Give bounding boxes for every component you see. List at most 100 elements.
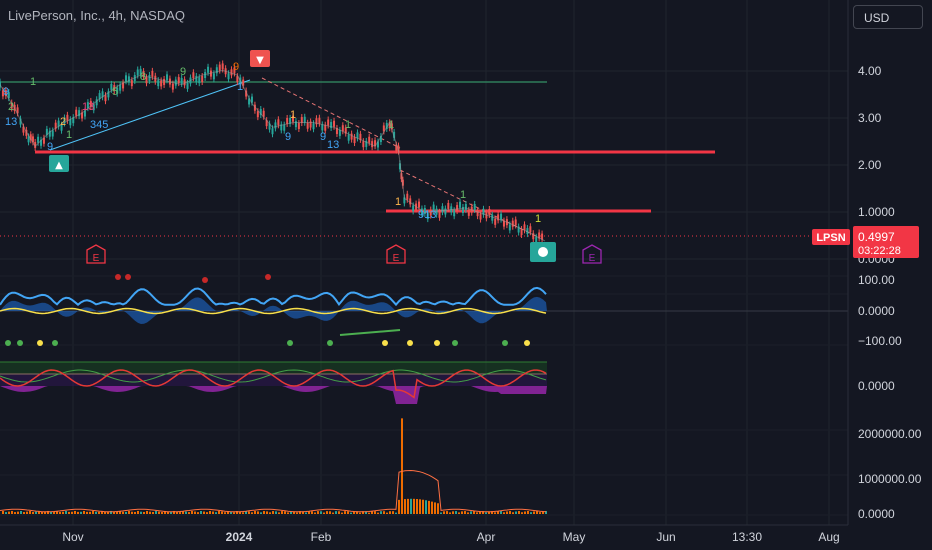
volume-bar — [80, 511, 82, 514]
osc-overbought-dot — [265, 274, 271, 280]
volume-bar — [338, 511, 340, 514]
td-count-label: 8 — [140, 71, 146, 83]
earnings-badge-label: E — [393, 253, 400, 264]
candle-body — [212, 73, 215, 80]
candle-body — [464, 204, 467, 211]
td-count-label: 345 — [90, 119, 108, 131]
grid — [0, 0, 848, 525]
volume-bar — [134, 511, 136, 514]
volume-bar — [272, 511, 274, 514]
price-tag-value: 0.4997 — [858, 230, 895, 244]
volume-bar — [149, 511, 151, 514]
volume-pane — [0, 418, 547, 514]
td-count-label: 1 — [66, 129, 72, 141]
volume-bar — [266, 511, 268, 514]
volume-bar — [92, 510, 94, 514]
price-axis[interactable]: 4.00 3.00 2.00 1.0000 0.0000 100.00 0.0000 −100… — [858, 64, 922, 521]
volume-bar — [53, 511, 55, 514]
volume-bar — [224, 512, 226, 514]
volume-bar — [287, 512, 289, 514]
price-tag-countdown: 03:22:28 — [858, 245, 901, 257]
volume-bar — [374, 511, 376, 514]
candle-body — [456, 205, 459, 212]
y-tick-label: 0.0000 — [858, 507, 895, 521]
candle-body — [186, 82, 189, 89]
momentum-histogram — [0, 386, 547, 404]
earnings-icon[interactable]: E — [386, 244, 406, 264]
y-tick-label: 0.0000 — [858, 304, 895, 318]
candle-body — [347, 134, 350, 141]
td-count-label: 9 — [233, 61, 239, 73]
volume-bar — [539, 512, 541, 514]
candle-body — [529, 226, 532, 233]
candle-body — [333, 120, 336, 127]
td-count-label: 1 — [30, 76, 36, 88]
candle-body — [192, 72, 195, 79]
chart-canvas[interactable]: 91391312 34558 9 91919131 119131112▲▼E E E 4.0… — [0, 0, 932, 550]
y-tick-label: 4.00 — [858, 64, 882, 78]
volume-bar — [152, 511, 154, 514]
candle-body — [256, 111, 259, 118]
volume-bar — [143, 511, 145, 514]
volume-bar — [14, 512, 16, 514]
candle-body — [75, 109, 78, 116]
volume-bar — [170, 512, 172, 514]
candle-body — [201, 76, 204, 83]
x-tick-label: Aug — [818, 530, 839, 544]
volume-bar — [359, 512, 361, 514]
candle-body — [66, 114, 69, 121]
volume-bar — [95, 511, 97, 514]
y-tick-label: −100.00 — [858, 334, 902, 348]
candle-body — [163, 78, 166, 85]
td-count-label: 9 — [320, 131, 326, 143]
price-pane: 91391312 34558 9 91919131 119131112▲▼E E E — [0, 50, 850, 264]
volume-bar — [203, 511, 205, 514]
candle-body — [318, 117, 321, 124]
volume-bar — [98, 511, 100, 514]
td-count-label: 5 — [112, 86, 118, 98]
volume-bar — [485, 512, 487, 514]
volume-bar — [68, 511, 70, 514]
volume-bar — [221, 511, 223, 514]
candle-body — [271, 128, 274, 135]
volume-bar — [65, 510, 67, 514]
volume-bar — [347, 511, 349, 514]
volume-bar — [455, 511, 457, 514]
x-tick-label: 13:30 — [732, 530, 762, 544]
candle-body — [514, 219, 517, 226]
volume-bar — [158, 511, 160, 514]
chart-title: LivePerson, Inc., 4h, NASDAQ — [8, 8, 186, 23]
osc-divergence-line — [339, 329, 401, 336]
momentum-pane — [0, 361, 547, 404]
earnings-future-icon[interactable]: E — [582, 244, 602, 264]
trendline-dashed-1 — [261, 77, 401, 149]
volume-bar — [251, 512, 253, 514]
candle-body — [459, 201, 462, 208]
candle-body — [207, 66, 210, 73]
volume-bar — [74, 510, 76, 514]
volume-bar — [329, 511, 331, 514]
volume-bar — [125, 511, 127, 514]
volume-bar — [269, 512, 271, 514]
volume-bar — [206, 512, 208, 514]
td-count-label: 1 — [460, 189, 466, 201]
candle-body — [368, 136, 371, 143]
td-count-label: 9 — [47, 141, 53, 153]
td-count-label: 1 — [388, 119, 394, 131]
td-count-label: 1 — [395, 196, 401, 208]
candle-body — [274, 122, 277, 129]
candle-body — [511, 220, 514, 227]
candle-body — [406, 193, 409, 200]
symbol-tag: LPSN — [816, 232, 845, 244]
volume-bar — [146, 510, 148, 514]
volume-bar — [161, 512, 163, 514]
candle-body — [353, 137, 356, 144]
candle-body — [412, 205, 415, 212]
candle-body — [136, 69, 139, 76]
earnings-icon[interactable]: E — [86, 244, 106, 264]
td-count-label: 13 — [5, 116, 17, 128]
momentum-upper-band — [0, 362, 547, 374]
volume-bar — [344, 511, 346, 514]
currency-button[interactable]: USD — [853, 5, 923, 29]
volume-bar — [524, 511, 526, 514]
